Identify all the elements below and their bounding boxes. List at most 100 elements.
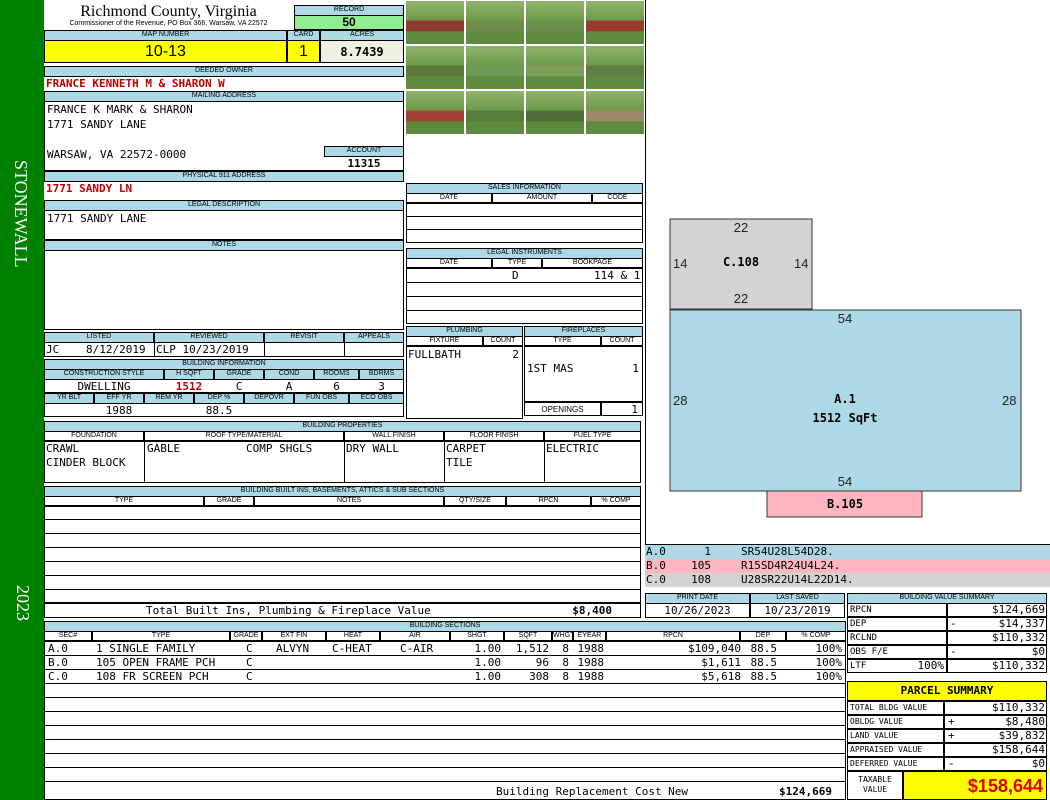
house-photo-11[interactable]	[525, 90, 585, 135]
bdrms-value: 3	[378, 380, 385, 393]
sales-table	[406, 203, 643, 243]
construction-style: DWELLING	[77, 380, 131, 393]
legend-code: SR54U28L54D28.	[741, 545, 834, 558]
house-photo-3[interactable]	[525, 0, 585, 45]
floor-finish-2: TILE	[446, 456, 473, 469]
replacement-cost-label: Building Replacement Cost New	[496, 785, 689, 798]
parcel-row-label: LAND VALUE	[847, 729, 944, 743]
floor-finish-1: CARPET	[446, 442, 486, 455]
section-col-header: EXT FIN	[262, 631, 326, 641]
house-photo-9[interactable]	[405, 90, 465, 135]
dep-value: 88.5	[205, 404, 233, 417]
legend-num: 108	[691, 573, 711, 586]
legend-num: 105	[691, 559, 711, 572]
section-shgt: 1.00	[474, 656, 502, 669]
house-photo-4[interactable]	[585, 0, 645, 45]
legend-num: 1	[704, 545, 711, 558]
section-col-header: DEP	[740, 631, 786, 641]
grade-value: C	[235, 380, 243, 393]
value-summary-label: RCLND	[847, 631, 947, 645]
mailing-line-1: FRANCE K MARK & SHARON	[47, 103, 193, 116]
sketch-legend-row: C.0 108 U28SR22U14L22D14.	[645, 573, 1050, 587]
section-type: 108 FR SCREEN PCH	[96, 670, 209, 683]
house-photo-1[interactable]	[405, 0, 465, 45]
house-photo-7[interactable]	[525, 45, 585, 90]
section-col-header: GRADE	[230, 631, 262, 641]
plumbing-count: 2	[512, 348, 519, 361]
section-grade: C	[246, 656, 253, 669]
bi-comp-col: % COMP	[591, 496, 641, 506]
wall-finish: DRY WALL	[346, 442, 399, 455]
house-photo-12[interactable]	[585, 90, 645, 135]
mailing-line-2: 1771 SANDY LANE	[47, 118, 147, 131]
acres-value: 8.7439	[320, 40, 404, 63]
builtins-total-label: Total Built Ins, Plumbing & Fireplace Va…	[146, 604, 431, 617]
section-col-header: TYPE	[92, 631, 230, 641]
c-right-dim: 14	[794, 256, 808, 271]
house-photo-2[interactable]	[465, 0, 525, 45]
taxable-value: $158,644	[903, 771, 1047, 800]
section-col-header: RPCN	[606, 631, 740, 641]
section-rpcn: $109,040	[688, 642, 741, 655]
legal-description: 1771 SANDY LANE	[47, 212, 147, 225]
bi-notes-col: NOTES	[254, 496, 444, 506]
value-summary-value: $124,669	[992, 603, 1045, 616]
builtins-total-value: $8,400	[572, 604, 612, 617]
parcel-row-value: $158,644	[992, 743, 1045, 756]
c-label: C.108	[723, 255, 759, 269]
section-eyear: 1988	[577, 656, 605, 669]
sales-code-col: CODE	[592, 193, 643, 203]
roof-col: ROOF TYPE/MATERIAL	[144, 431, 344, 441]
physical-address: 1771 SANDY LN	[46, 182, 133, 195]
account-label: ACCOUNT	[324, 146, 404, 157]
plumbing-count-col: COUNT	[483, 336, 523, 346]
a-area: 1512 SqFt	[812, 411, 877, 425]
legend-id: B.0	[646, 559, 666, 572]
value-summary-value: $110,332	[992, 659, 1045, 672]
sketch-legend-row: A.0 1 SR54U28L54D28.	[645, 545, 1050, 559]
foundation-2: CINDER BLOCK	[46, 456, 126, 469]
value-summary-pct: 100%	[917, 659, 945, 672]
section-comp: 100%	[815, 670, 843, 683]
parcel-summary-label: PARCEL SUMMARY	[847, 681, 1047, 701]
house-photo-10[interactable]	[465, 90, 525, 135]
section-type: 105 OPEN FRAME PCH	[96, 656, 216, 669]
legend-id: C.0	[646, 573, 666, 586]
fp-type-col: TYPE	[524, 336, 601, 346]
value-summary-label: RPCN	[847, 603, 947, 617]
section-col-header: SHGT	[450, 631, 504, 641]
section-col-header: EYEAR	[573, 631, 606, 641]
parcel-row-label: APPRAISED VALUE	[847, 743, 944, 757]
section-dep: 88.5	[750, 642, 778, 655]
fuel-type: ELECTRIC	[546, 442, 599, 455]
section-whgt: 8	[562, 670, 569, 683]
fixture-value: FULLBATH	[408, 348, 461, 361]
section-sqft: 1,512	[515, 642, 549, 655]
district-name: STONEWALL	[11, 160, 31, 268]
photo-grid	[405, 0, 645, 135]
fixture-col: FIXTURE	[406, 336, 483, 346]
record-value: 50	[294, 15, 404, 30]
section-sqft: 96	[535, 656, 549, 669]
effyr-value: 1988	[105, 404, 133, 417]
listed-by: JC	[46, 343, 60, 356]
value-summary-sign: -	[950, 617, 957, 630]
owner-name: FRANCE KENNETH M & SHARON W	[46, 77, 225, 90]
section-dep: 88.5	[750, 670, 778, 683]
a-bottom-dim: 54	[838, 474, 852, 489]
taxable-label-box: TAXABLE VALUE	[847, 771, 903, 800]
sales-amount-col: AMOUNT	[492, 193, 592, 203]
section-extfin: ALVYN	[276, 642, 310, 655]
bi-type-col: TYPE	[44, 496, 204, 506]
openings-value: 1	[601, 402, 643, 416]
legend-id: A.0	[646, 545, 666, 558]
district-sidebar: STONEWALL 2023	[0, 0, 44, 800]
house-photo-6[interactable]	[465, 45, 525, 90]
house-photo-8[interactable]	[585, 45, 645, 90]
parcel-row-sign: -	[948, 757, 955, 770]
value-summary-value: $14,337	[998, 617, 1045, 630]
card-number: 1	[287, 40, 320, 63]
bi-qty-col: QTY/SIZE	[444, 496, 506, 506]
house-photo-5[interactable]	[405, 45, 465, 90]
map-number: 10-13	[44, 40, 287, 63]
